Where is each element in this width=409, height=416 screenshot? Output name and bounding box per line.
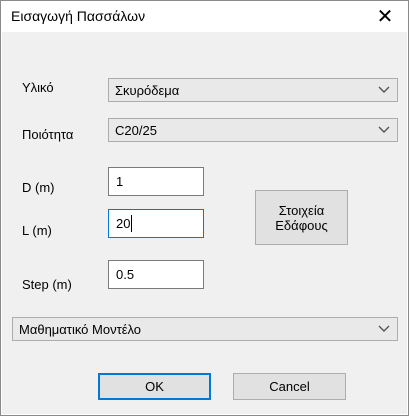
step-input[interactable]: 0.5 (108, 260, 204, 289)
chevron-down-icon (378, 325, 390, 332)
quality-value: C20/25 (115, 123, 157, 138)
soil-button-line1: Στοιχεία (278, 202, 325, 218)
dialog-body: Υλικό Σκυρόδεμα Ποιότητα C20/25 D (m) 1 … (2, 32, 407, 414)
material-label: Υλικό (22, 80, 54, 95)
l-value: 20 (116, 216, 131, 231)
material-value: Σκυρόδεμα (115, 83, 180, 98)
soil-button-line2: Εδάφους (275, 217, 328, 233)
cancel-button[interactable]: Cancel (233, 373, 346, 400)
soil-data-button[interactable]: Στοιχεία Εδάφους (255, 190, 348, 245)
d-input[interactable]: 1 (108, 167, 204, 196)
step-label: Step (m) (22, 277, 72, 292)
d-label: D (m) (22, 180, 55, 195)
quality-label: Ποιότητα (22, 127, 74, 142)
close-icon[interactable]: ✕ (362, 1, 408, 31)
model-value: Μαθηματικό Μοντέλο (19, 322, 142, 337)
text-caret (131, 215, 132, 232)
d-value: 1 (116, 174, 124, 189)
l-input[interactable]: 20 (108, 209, 204, 238)
title-bar: Εισαγωγή Πασσάλων ✕ (1, 1, 408, 31)
step-value: 0.5 (116, 267, 135, 282)
chevron-down-icon (378, 126, 390, 133)
l-label: L (m) (22, 223, 52, 238)
material-select[interactable]: Σκυρόδεμα (108, 78, 398, 102)
dialog-window: Εισαγωγή Πασσάλων ✕ Υλικό Σκυρόδεμα Ποιό… (0, 0, 409, 416)
ok-button[interactable]: OK (98, 373, 211, 400)
chevron-down-icon (378, 86, 390, 93)
model-select[interactable]: Μαθηματικό Μοντέλο (12, 317, 398, 341)
quality-select[interactable]: C20/25 (108, 118, 398, 142)
window-title: Εισαγωγή Πασσάλων (11, 8, 146, 24)
